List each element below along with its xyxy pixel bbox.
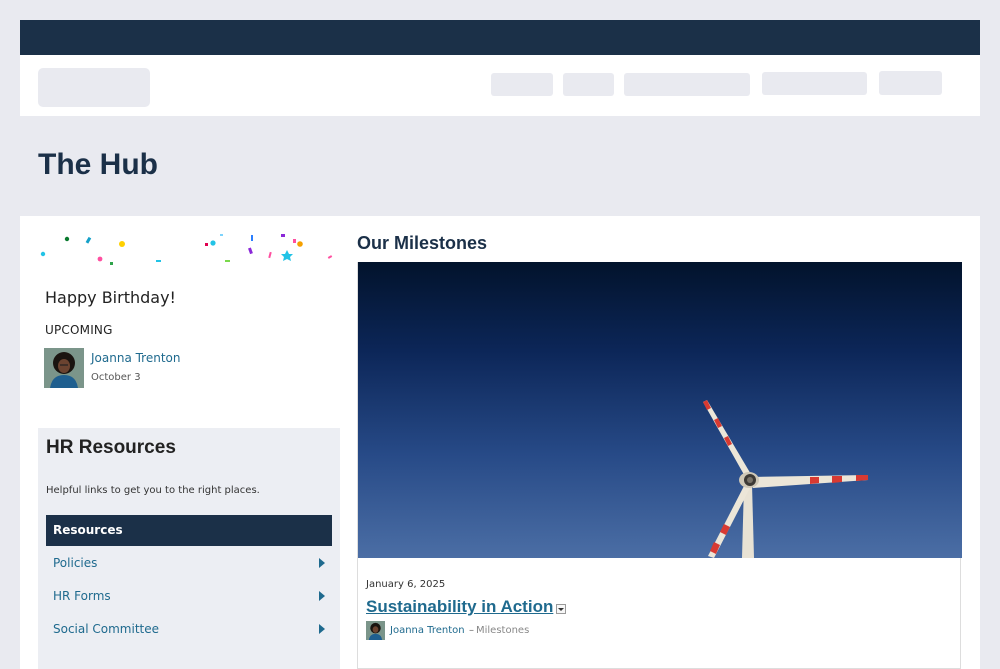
nav-item-4[interactable] xyxy=(762,72,867,95)
link-hr-forms[interactable]: HR Forms xyxy=(46,583,332,609)
post-author-link[interactable]: Joanna Trenton xyxy=(390,625,465,636)
post-hero-image[interactable] xyxy=(358,262,962,558)
resources-header: Resources xyxy=(46,515,332,546)
birthday-title: Happy Birthday! xyxy=(45,288,176,307)
nav-item-1[interactable] xyxy=(491,73,553,96)
page-title: The Hub xyxy=(38,148,158,181)
nav-item-2[interactable] xyxy=(563,73,614,96)
link-label: Policies xyxy=(53,556,98,570)
top-banner xyxy=(20,20,980,55)
link-social-committee[interactable]: Social Committee xyxy=(46,616,332,642)
chevron-right-icon xyxy=(319,558,325,568)
chevron-right-icon xyxy=(319,624,325,634)
site-logo-placeholder[interactable] xyxy=(38,68,150,107)
avatar[interactable] xyxy=(44,348,84,388)
hr-resources-title: HR Resources xyxy=(46,437,176,458)
confetti-decoration xyxy=(40,234,333,265)
milestones-title: Our Milestones xyxy=(357,233,488,253)
hr-resources-subtitle: Helpful links to get you to the right pl… xyxy=(46,485,260,496)
birthday-person-date: October 3 xyxy=(91,372,141,383)
birthday-person-name[interactable]: Joanna Trenton xyxy=(91,351,181,365)
nav-item-5[interactable] xyxy=(879,71,942,95)
chevron-right-icon xyxy=(319,591,325,601)
milestone-post-card: January 6, 2025 Sustainability in Action… xyxy=(357,262,962,669)
post-date: January 6, 2025 xyxy=(366,579,446,590)
wind-turbine-image xyxy=(703,400,868,558)
upcoming-label: UPCOMING xyxy=(45,323,113,337)
author-avatar[interactable] xyxy=(366,621,385,640)
link-policies[interactable]: Policies xyxy=(46,550,332,576)
main-content: Happy Birthday! UPCOMING Joanna Trenton … xyxy=(20,216,980,669)
meta-separator: – xyxy=(469,625,474,636)
link-label: Social Committee xyxy=(53,622,160,636)
hr-resources-panel: HR Resources Helpful links to get you to… xyxy=(38,428,340,669)
post-category[interactable]: Milestones xyxy=(476,625,529,636)
chevron-down-icon[interactable] xyxy=(556,604,566,614)
post-title-link[interactable]: Sustainability in Action xyxy=(366,597,553,617)
link-label: HR Forms xyxy=(53,589,111,603)
nav-item-3[interactable] xyxy=(624,73,750,96)
navigation-bar xyxy=(20,55,980,116)
